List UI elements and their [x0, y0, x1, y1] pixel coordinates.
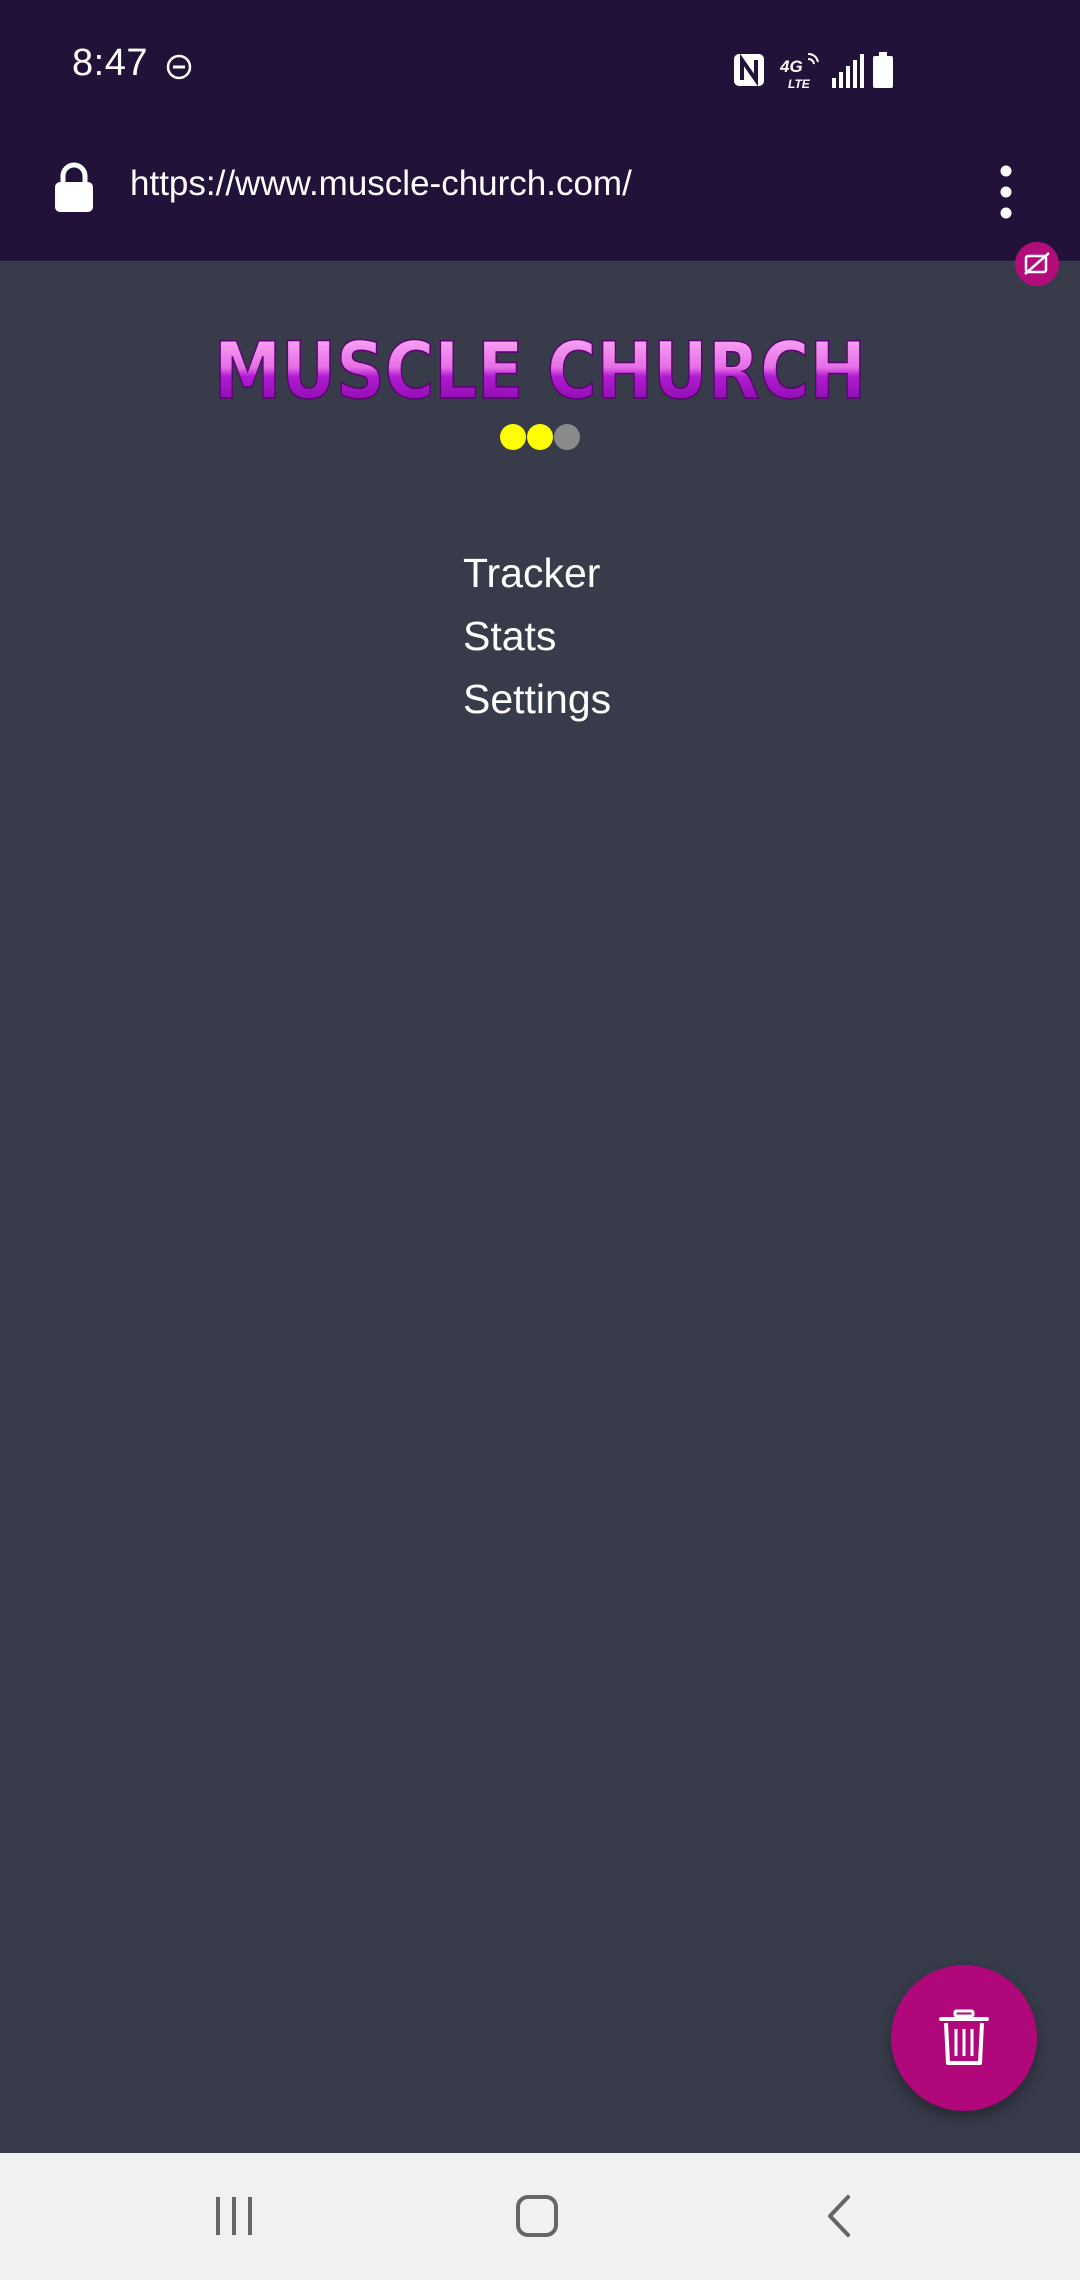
more-vert-icon[interactable] [990, 162, 1022, 222]
logo-text: MUSCLE CHURCH [214, 330, 866, 406]
dot-filled [527, 424, 553, 450]
recents-icon[interactable] [212, 2193, 256, 2239]
nfc-icon [734, 53, 764, 87]
main-nav: Tracker Stats Settings [463, 542, 611, 731]
dot-filled [500, 424, 526, 450]
system-nav-bar [0, 2153, 1080, 2280]
back-icon[interactable] [824, 2193, 854, 2239]
do-not-disturb-icon [166, 54, 192, 80]
home-icon[interactable] [514, 2193, 560, 2239]
app-logo: MUSCLE CHURCH [0, 330, 1080, 406]
svg-text:LTE: LTE [788, 77, 811, 90]
svg-text:4G: 4G [780, 57, 803, 76]
4g-lte-icon: 4G LTE [780, 53, 819, 90]
progress-dots [500, 424, 580, 450]
nav-item-tracker[interactable]: Tracker [463, 542, 611, 605]
browser-url-bar[interactable]: https://www.muscle-church.com/ [0, 120, 1080, 286]
lock-icon[interactable] [52, 160, 96, 214]
status-time: 8:47 [72, 42, 148, 84]
dot-empty [554, 424, 580, 450]
status-bar: 8:47 4G LTE [0, 0, 1080, 120]
tracking-blocked-icon[interactable] [1015, 242, 1059, 286]
signal-icon [832, 54, 864, 88]
delete-fab-button[interactable] [891, 1965, 1037, 2111]
nav-item-stats[interactable]: Stats [463, 605, 611, 668]
logo-graphic: MUSCLE CHURCH [213, 330, 867, 406]
nav-item-settings[interactable]: Settings [463, 668, 611, 731]
trash-icon [939, 2009, 989, 2065]
url-text[interactable]: https://www.muscle-church.com/ [130, 164, 632, 204]
battery-icon [873, 52, 893, 88]
